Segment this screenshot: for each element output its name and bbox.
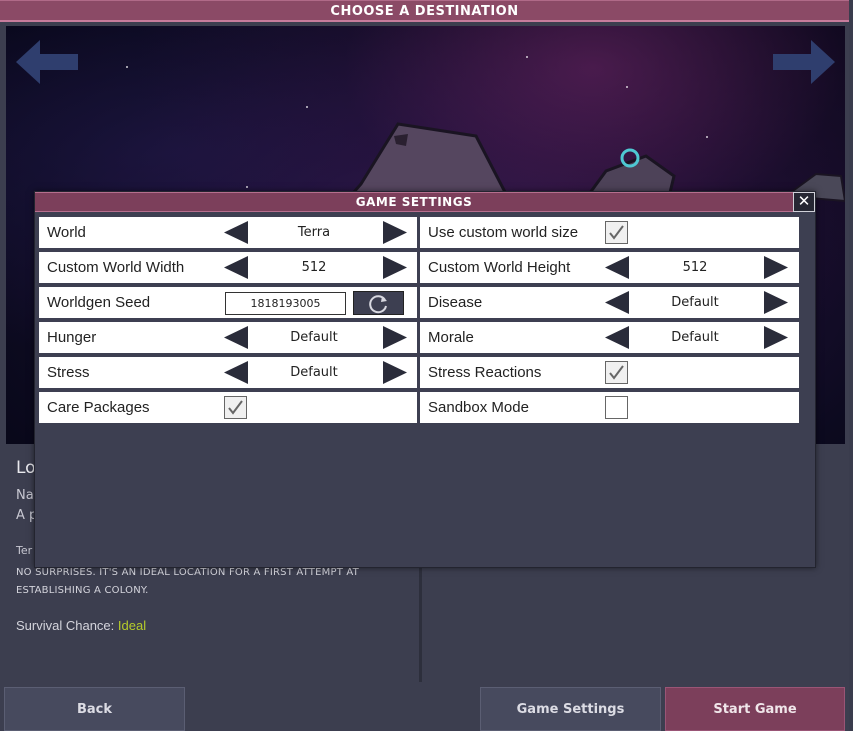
- prev-destination-button[interactable]: [16, 40, 78, 84]
- triangle-left-icon: [224, 326, 248, 349]
- setting-label: Stress Reactions: [428, 364, 542, 381]
- triangle-left-icon: [224, 361, 248, 384]
- setting-label: World: [47, 224, 86, 241]
- disease-value: Default: [671, 295, 719, 310]
- setting-label: Custom World Height: [428, 259, 571, 276]
- setting-label: Disease: [428, 294, 483, 311]
- setting-row-custom-size: Use custom world size: [420, 217, 799, 248]
- arrow-left-icon: [16, 40, 78, 84]
- setting-row-stress-reactions: Stress Reactions: [420, 357, 799, 388]
- refresh-icon: [369, 295, 387, 314]
- screen-title: CHOOSE A DESTINATION: [0, 0, 849, 22]
- stress-value: Default: [290, 365, 338, 380]
- setting-label: Worldgen Seed: [47, 294, 151, 311]
- start-game-button[interactable]: Start Game: [665, 687, 845, 731]
- setting-label: Custom World Width: [47, 259, 185, 276]
- world-prev-button[interactable]: [224, 221, 248, 244]
- close-button[interactable]: ✕: [793, 192, 815, 212]
- custom-size-checkbox[interactable]: [605, 221, 628, 244]
- setting-row-stress: Stress Default: [39, 357, 417, 388]
- world-next-button[interactable]: [383, 221, 407, 244]
- hunger-prev-button[interactable]: [224, 326, 248, 349]
- setting-label: Care Packages: [47, 399, 150, 416]
- triangle-right-icon: [383, 326, 407, 349]
- survival-label: Survival Chance:: [16, 618, 115, 633]
- hunger-next-button[interactable]: [383, 326, 407, 349]
- morale-value: Default: [671, 330, 719, 345]
- close-icon: ✕: [797, 192, 811, 210]
- triangle-left-icon: [605, 326, 629, 349]
- triangle-left-icon: [605, 291, 629, 314]
- disease-prev-button[interactable]: [605, 291, 629, 314]
- arrow-right-icon: [773, 40, 835, 84]
- height-value: 512: [682, 260, 708, 275]
- width-value: 512: [301, 260, 327, 275]
- game-settings-button[interactable]: Game Settings: [480, 687, 661, 731]
- stress-reactions-checkbox[interactable]: [605, 361, 628, 384]
- setting-label: Use custom world size: [428, 224, 579, 241]
- game-settings-dialog: GAME SETTINGS ✕ World Terra Use custom w…: [34, 191, 816, 568]
- disease-next-button[interactable]: [764, 291, 788, 314]
- game-screen: CHOOSE A DESTINATION Lo Na A p Ter NO SU…: [0, 0, 853, 731]
- triangle-left-icon: [224, 221, 248, 244]
- dialog-title: GAME SETTINGS: [35, 192, 793, 212]
- triangle-right-icon: [764, 291, 788, 314]
- checkmark-icon: [609, 365, 624, 380]
- setting-row-disease: Disease Default: [420, 287, 799, 318]
- setting-label: Hunger: [47, 329, 97, 346]
- height-prev-button[interactable]: [605, 256, 629, 279]
- setting-label: Stress: [47, 364, 90, 381]
- setting-label: Sandbox Mode: [428, 399, 529, 416]
- setting-row-world: World Terra: [39, 217, 417, 248]
- destination-description: NO SURPRISES. IT'S AN IDEAL LOCATION FOR…: [16, 567, 359, 596]
- setting-row-care-packages: Care Packages: [39, 392, 417, 423]
- info-line: Ter: [16, 544, 33, 557]
- sandbox-checkbox[interactable]: [605, 396, 628, 419]
- triangle-right-icon: [764, 256, 788, 279]
- destination-name: Lo: [16, 458, 36, 478]
- back-button[interactable]: Back: [4, 687, 185, 731]
- width-prev-button[interactable]: [224, 256, 248, 279]
- setting-row-width: Custom World Width 512: [39, 252, 417, 283]
- setting-label: Morale: [428, 329, 474, 346]
- survival-chance: Survival Chance: Ideal: [16, 618, 146, 633]
- next-destination-button[interactable]: [773, 40, 835, 84]
- triangle-right-icon: [764, 326, 788, 349]
- triangle-left-icon: [605, 256, 629, 279]
- checkmark-icon: [609, 225, 624, 240]
- morale-next-button[interactable]: [764, 326, 788, 349]
- info-line: Na: [16, 488, 34, 503]
- reroll-seed-button[interactable]: [353, 291, 404, 315]
- morale-prev-button[interactable]: [605, 326, 629, 349]
- setting-row-morale: Morale Default: [420, 322, 799, 353]
- triangle-right-icon: [383, 256, 407, 279]
- setting-row-seed: Worldgen Seed 1818193005: [39, 287, 417, 318]
- triangle-right-icon: [383, 361, 407, 384]
- hunger-value: Default: [290, 330, 338, 345]
- setting-row-height: Custom World Height 512: [420, 252, 799, 283]
- world-value: Terra: [297, 225, 331, 240]
- stress-next-button[interactable]: [383, 361, 407, 384]
- triangle-left-icon: [224, 256, 248, 279]
- triangle-right-icon: [383, 221, 407, 244]
- seed-input[interactable]: 1818193005: [225, 292, 346, 315]
- setting-row-hunger: Hunger Default: [39, 322, 417, 353]
- setting-row-sandbox: Sandbox Mode: [420, 392, 799, 423]
- height-next-button[interactable]: [764, 256, 788, 279]
- care-packages-checkbox[interactable]: [224, 396, 247, 419]
- checkmark-icon: [228, 400, 243, 415]
- width-next-button[interactable]: [383, 256, 407, 279]
- stress-prev-button[interactable]: [224, 361, 248, 384]
- survival-value: Ideal: [117, 618, 147, 633]
